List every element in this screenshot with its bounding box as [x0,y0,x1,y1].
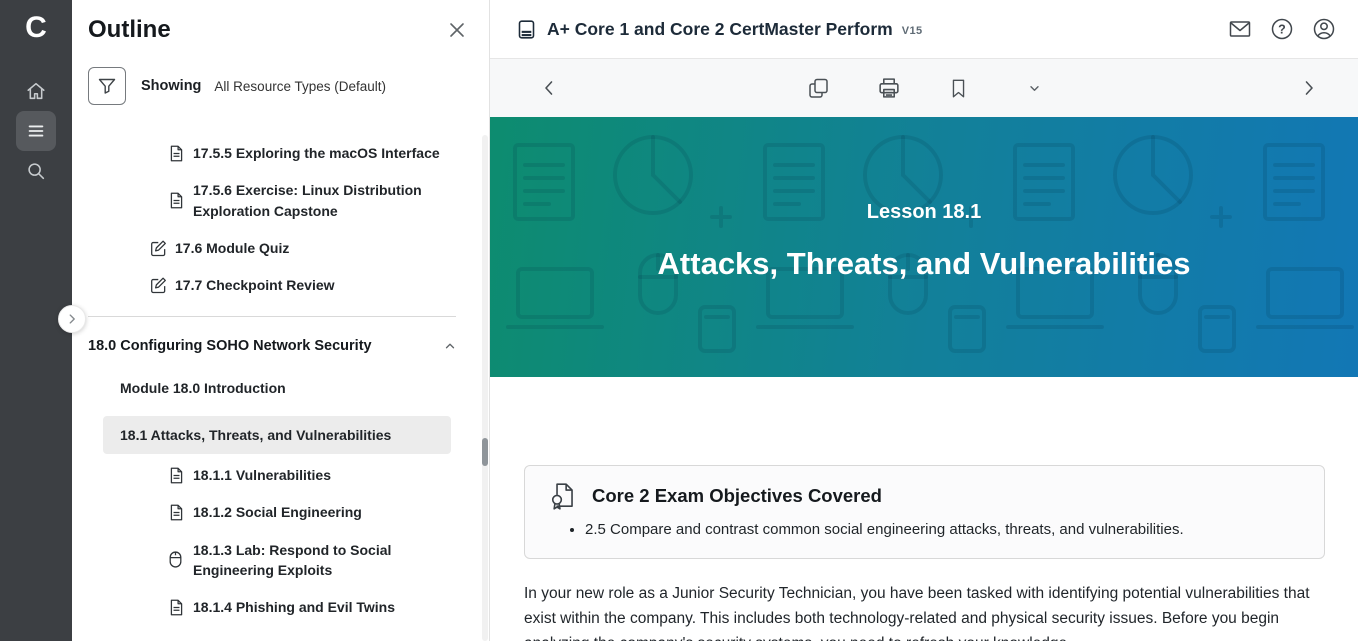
svg-text:?: ? [1278,22,1286,36]
outline-item-label: Module 18.0 Introduction [120,380,286,397]
outline-item-label: 17.6 Module Quiz [175,239,290,256]
outline-item-18.1.2[interactable]: 18.1.2 Social Engineering [72,502,479,522]
account-icon[interactable] [1312,17,1336,41]
help-icon[interactable]: ? [1270,17,1294,41]
showing-label: Showing [141,78,202,94]
toolbar-center-group [807,76,1042,101]
chevron-right-icon[interactable] [1300,79,1318,97]
outline-item-17.7[interactable]: 17.7 Checkpoint Review [72,275,479,295]
lesson-intro-paragraph: In your new role as a Junior Security Te… [524,584,1310,641]
comptia-logo: C [25,11,47,44]
exam-objectives-list: 2.5 Compare and contrast common social e… [585,519,1300,542]
outline-title: Outline [88,16,171,43]
outline-item-label: 18.1.2 Social Engineering [193,504,362,521]
outline-item-18.1.4[interactable]: 18.1.4 Phishing and Evil Twins [72,597,479,617]
chevron-down-icon[interactable] [1028,81,1042,95]
exam-objectives-header: Core 2 Exam Objectives Covered [549,481,1300,511]
filter-funnel-icon[interactable] [88,67,126,105]
menu-icon[interactable] [16,111,56,151]
outline-item-18.1.1[interactable]: 18.1.1 Vulnerabilities [72,465,479,485]
section-header-18.0[interactable]: 18.0 Configuring SOHO Network Security [72,338,479,354]
reader-toolbar [490,59,1358,117]
filter-row: Showing All Resource Types (Default) [88,67,489,105]
banner-text: Lesson 18.1 Attacks, Threats, and Vulner… [490,201,1358,282]
lesson-hero-banner: Lesson 18.1 Attacks, Threats, and Vulner… [490,117,1358,377]
exam-objectives-title: Core 2 Exam Objectives Covered [592,485,882,506]
outline-item-label: 18.1.1 Vulnerabilities [193,467,331,484]
header-actions: ? [1228,17,1336,41]
lesson-content: Core 2 Exam Objectives Covered 2.5 Compa… [490,377,1358,641]
document-icon [168,145,185,162]
outline-item-module[interactable]: Module 18.0 Introduction [72,378,479,398]
home-icon[interactable] [16,71,56,111]
section-label: 18.0 Configuring SOHO Network Security [88,338,372,355]
document-icon [168,504,185,521]
course-header: A+ Core 1 and Core 2 CertMaster Perform … [490,0,1358,59]
outline-item-17.6[interactable]: 17.6 Module Quiz [72,238,479,258]
outline-panel: Outline Showing All Resource Types (Defa… [72,0,490,641]
print-icon[interactable] [877,76,902,101]
lesson-number: Lesson 18.1 [866,201,982,223]
search-icon[interactable] [16,151,56,191]
main-area: A+ Core 1 and Core 2 CertMaster Perform … [490,0,1358,641]
close-icon[interactable] [447,20,467,40]
lab-icon [168,551,185,569]
lesson-title: Attacks, Threats, and Vulnerabilities [657,246,1191,281]
outline-item-label: 18.1.3 Lab: Respond to Social Engineerin… [193,541,392,578]
panel-collapse-button[interactable] [58,305,86,333]
outline-item-18.1.3[interactable]: 18.1.3 Lab: Respond to Social Engineerin… [72,540,479,581]
exam-objective-item: 2.5 Compare and contrast common social e… [585,519,1300,542]
outline-scrollbar-thumb[interactable] [482,438,488,466]
quiz-icon [150,240,167,257]
course-title: A+ Core 1 and Core 2 CertMaster Perform [547,18,893,39]
document-icon [168,192,185,209]
mail-icon[interactable] [1228,17,1252,41]
copy-icon[interactable] [807,76,831,100]
document-icon [168,467,185,484]
outline-tree: 17.5.5 Exploring the macOS Interface 17.5… [72,135,479,641]
quiz-icon [150,277,167,294]
document-icon [168,599,185,616]
course-version: V15 [901,24,923,37]
tree-divider [88,316,456,318]
filter-value: All Resource Types (Default) [214,78,386,94]
chevron-left-icon[interactable] [540,79,558,97]
outline-item-17.5.5[interactable]: 17.5.5 Exploring the macOS Interface [72,143,479,163]
outline-item-label: 17.7 Checkpoint Review [175,277,335,294]
bookmark-icon[interactable] [948,77,970,99]
outline-scrollbar-track [482,135,488,641]
chevron-up-icon[interactable] [443,339,457,353]
outline-item-18.1[interactable]: 18.1 Attacks, Threats, and Vulnerabiliti… [103,415,451,455]
book-icon [516,19,537,40]
certificate-ribbon-document-icon [549,481,579,511]
outline-item-label: 18.1.4 Phishing and Evil Twins [193,599,396,616]
outline-item-label: 17.5.6 Exercise: Linux Distribution Expl… [193,182,422,219]
outline-item-label: 18.1 Attacks, Threats, and Vulnerabiliti… [120,426,392,443]
outline-panel-header: Outline [72,0,489,44]
outline-item-label: 17.5.5 Exploring the macOS Interface [193,145,440,161]
outline-item-17.5.6[interactable]: 17.5.6 Exercise: Linux Distribution Expl… [72,180,479,221]
exam-objectives-box: Core 2 Exam Objectives Covered 2.5 Compa… [524,465,1325,559]
app-window: C Outline Showing All Resource Types (De… [0,0,1358,641]
